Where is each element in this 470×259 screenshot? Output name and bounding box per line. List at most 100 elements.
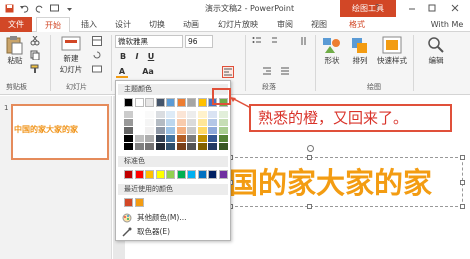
bullets-icon[interactable] [252, 36, 264, 46]
font-color-button[interactable]: A [116, 66, 128, 78]
theme-color-variant-swatch[interactable] [166, 143, 175, 150]
theme-color-variant-swatch[interactable] [124, 111, 133, 118]
rotate-handle[interactable] [307, 145, 314, 152]
close-button[interactable] [447, 2, 463, 14]
align-left-button[interactable] [222, 66, 234, 78]
section-icon[interactable] [92, 64, 104, 74]
format-painter-icon[interactable] [30, 64, 42, 74]
tab-home[interactable]: 开始 [36, 17, 70, 33]
theme-color-variant-swatch[interactable] [134, 143, 144, 150]
theme-color-variant-swatch[interactable] [218, 135, 228, 142]
underline-button[interactable]: U [145, 51, 157, 63]
theme-color-variant-swatch[interactable] [124, 135, 133, 142]
theme-color-swatch[interactable] [166, 98, 175, 107]
theme-color-variant-swatch[interactable] [187, 135, 196, 142]
standard-color-swatch[interactable] [124, 170, 133, 179]
theme-color-variant-swatch[interactable] [145, 135, 154, 142]
numbering-icon[interactable] [268, 36, 280, 46]
tab-format[interactable]: 格式 [342, 17, 372, 32]
theme-color-variant-swatch[interactable] [197, 143, 207, 150]
tab-file[interactable]: 文件 [0, 17, 32, 32]
theme-color-variant-swatch[interactable] [155, 127, 165, 134]
slide-text[interactable]: 国的家大家的家 [229, 160, 432, 202]
tab-transitions[interactable]: 切换 [144, 17, 170, 32]
resize-handle[interactable] [460, 155, 465, 160]
standard-color-swatch[interactable] [187, 170, 196, 179]
resize-handle[interactable] [460, 204, 465, 209]
paste-button[interactable]: 粘贴 [4, 35, 26, 66]
eyedropper-item[interactable]: 取色器(E) [122, 226, 170, 237]
standard-color-swatch[interactable] [197, 170, 207, 179]
theme-color-variant-swatch[interactable] [208, 119, 217, 126]
theme-color-variant-swatch[interactable] [145, 119, 154, 126]
theme-color-variant-swatch[interactable] [187, 111, 196, 118]
theme-color-variant-swatch[interactable] [208, 143, 217, 150]
resize-handle[interactable] [460, 180, 465, 185]
theme-color-variant-swatch[interactable] [155, 119, 165, 126]
maximize-button[interactable] [425, 2, 439, 14]
italic-button[interactable]: I [131, 51, 143, 63]
theme-color-variant-swatch[interactable] [218, 111, 228, 118]
editing-button[interactable]: 编辑 [422, 35, 450, 66]
font-size-box[interactable]: 96 [185, 35, 213, 48]
theme-color-swatch[interactable] [134, 98, 144, 107]
theme-color-variant-swatch[interactable] [134, 119, 144, 126]
standard-color-swatch[interactable] [166, 170, 175, 179]
help-button[interactable]: ? [375, 3, 385, 13]
theme-color-variant-swatch[interactable] [145, 143, 154, 150]
theme-color-swatch[interactable] [145, 98, 154, 107]
theme-color-variant-swatch[interactable] [166, 119, 175, 126]
theme-color-variant-swatch[interactable] [176, 111, 186, 118]
shapes-button[interactable]: 形状 [320, 35, 344, 66]
tab-view[interactable]: 视图 [306, 17, 332, 32]
theme-color-variant-swatch[interactable] [187, 143, 196, 150]
justify-icon[interactable] [280, 66, 292, 76]
align-right-icon[interactable] [262, 66, 274, 76]
theme-color-variant-swatch[interactable] [197, 135, 207, 142]
tab-insert[interactable]: 插入 [76, 17, 102, 32]
theme-color-variant-swatch[interactable] [208, 135, 217, 142]
arrange-button[interactable]: 排列 [348, 35, 372, 66]
theme-color-variant-swatch[interactable] [187, 127, 196, 134]
theme-color-variant-swatch[interactable] [187, 119, 196, 126]
standard-color-swatch[interactable] [134, 170, 144, 179]
recent-color-swatch[interactable] [124, 198, 133, 207]
start-from-beginning-icon[interactable] [49, 3, 60, 14]
standard-color-swatch[interactable] [176, 170, 186, 179]
theme-color-variant-swatch[interactable] [197, 127, 207, 134]
quick-styles-button[interactable]: 快速样式 [374, 35, 410, 66]
theme-color-variant-swatch[interactable] [166, 135, 175, 142]
standard-color-swatch[interactable] [208, 170, 217, 179]
theme-color-variant-swatch[interactable] [134, 127, 144, 134]
bold-button[interactable]: B [117, 51, 129, 63]
resize-handle[interactable] [307, 204, 312, 209]
theme-color-variant-swatch[interactable] [208, 111, 217, 118]
theme-color-variant-swatch[interactable] [134, 135, 144, 142]
theme-color-swatch[interactable] [187, 98, 196, 107]
tab-animations[interactable]: 动画 [178, 17, 204, 32]
save-icon[interactable] [4, 3, 15, 14]
theme-color-variant-swatch[interactable] [197, 111, 207, 118]
reset-icon[interactable] [92, 50, 104, 60]
theme-color-variant-swatch[interactable] [218, 127, 228, 134]
theme-color-variant-swatch[interactable] [218, 143, 228, 150]
theme-color-variant-swatch[interactable] [155, 143, 165, 150]
tab-tell-me[interactable]: With Me [425, 17, 469, 32]
theme-color-variant-swatch[interactable] [176, 135, 186, 142]
theme-color-swatch[interactable] [176, 98, 186, 107]
change-case-button[interactable]: Aa [140, 66, 156, 78]
theme-color-variant-swatch[interactable] [176, 143, 186, 150]
theme-color-variant-swatch[interactable] [155, 111, 165, 118]
customize-qat-icon[interactable] [64, 3, 75, 14]
theme-color-variant-swatch[interactable] [134, 111, 144, 118]
theme-color-variant-swatch[interactable] [124, 119, 133, 126]
theme-color-variant-swatch[interactable] [124, 127, 133, 134]
standard-color-swatch[interactable] [155, 170, 165, 179]
theme-color-variant-swatch[interactable] [166, 127, 175, 134]
layout-icon[interactable] [92, 36, 104, 46]
theme-color-variant-swatch[interactable] [155, 135, 165, 142]
theme-color-variant-swatch[interactable] [176, 119, 186, 126]
undo-icon[interactable] [19, 3, 30, 14]
theme-color-swatch[interactable] [155, 98, 165, 107]
theme-color-variant-swatch[interactable] [208, 127, 217, 134]
